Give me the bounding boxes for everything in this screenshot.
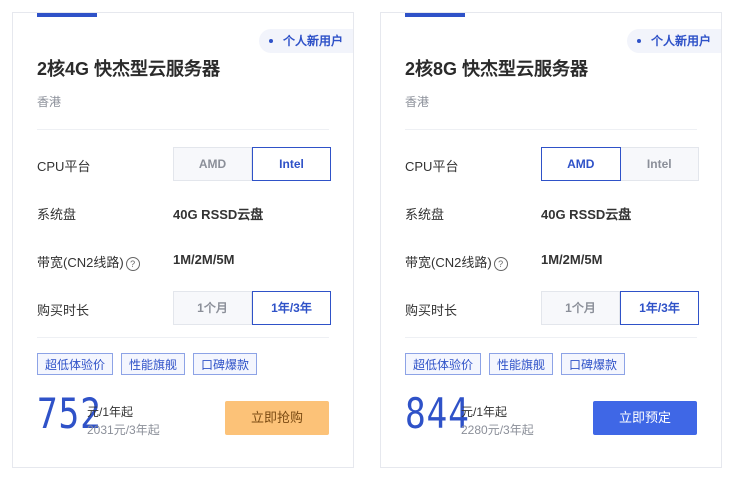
buy-now-button[interactable]: 立即抢购 [225, 401, 329, 435]
tag-low-price: 超低体验价 [37, 353, 114, 375]
tag-popular: 口碑爆款 [561, 353, 626, 375]
cpu-selector: AMD Intel [541, 147, 699, 181]
divider [37, 129, 329, 130]
tag-performance: 性能旗舰 [121, 353, 186, 375]
tag-low-price: 超低体验价 [405, 353, 482, 375]
bandwidth-row: 带宽(CN2线路)? 1M/2M/5M [37, 243, 329, 277]
divider [405, 337, 697, 338]
cpu-label: CPU平台 [405, 159, 459, 174]
cpu-option-intel[interactable]: Intel [620, 147, 699, 181]
price-unit: 元/1年起 [461, 405, 508, 419]
disk-row: 系统盘 40G RSSD云盘 [405, 195, 697, 229]
price-unit: 元/1年起 [87, 405, 134, 419]
bandwidth-label-wrap: 带宽(CN2线路)? [37, 252, 140, 271]
duration-option-1-3year[interactable]: 1年/3年 [252, 291, 331, 325]
divider [37, 337, 329, 338]
duration-option-1-3year[interactable]: 1年/3年 [620, 291, 699, 325]
cpu-row: CPU平台 AMD Intel [37, 147, 331, 181]
badge-dot-icon [268, 39, 273, 43]
divider [405, 129, 697, 130]
bandwidth-label: 带宽(CN2线路) [37, 255, 124, 270]
price-sub: 2280元/3年起 [461, 423, 534, 437]
feature-tags: 超低体验价 性能旗舰 口碑爆款 [405, 353, 626, 375]
bandwidth-row: 带宽(CN2线路)? 1M/2M/5M [405, 243, 697, 277]
duration-label: 购买时长 [37, 303, 90, 318]
price-value: 844 [405, 389, 470, 438]
disk-label: 系统盘 [405, 207, 445, 222]
tag-performance: 性能旗舰 [489, 353, 554, 375]
duration-label: 购买时长 [405, 303, 458, 318]
cpu-label: CPU平台 [37, 159, 91, 174]
cpu-option-amd[interactable]: AMD [173, 147, 252, 181]
product-title: 2核4G 快杰型云服务器 [37, 59, 221, 79]
bandwidth-label-wrap: 带宽(CN2线路)? [405, 252, 508, 271]
product-title: 2核8G 快杰型云服务器 [405, 59, 589, 79]
card-top-accent [37, 13, 97, 17]
bandwidth-value: 1M/2M/5M [173, 252, 235, 267]
new-user-badge: 个人新用户 [626, 29, 721, 53]
tag-popular: 口碑爆款 [193, 353, 258, 375]
badge-dot-icon [636, 39, 641, 43]
badge-text: 个人新用户 [650, 34, 711, 48]
feature-tags: 超低体验价 性能旗舰 口碑爆款 [37, 353, 258, 375]
cpu-option-amd[interactable]: AMD [541, 147, 621, 181]
cpu-selector: AMD Intel [173, 147, 331, 181]
product-region: 香港 [405, 95, 430, 109]
cpu-option-intel[interactable]: Intel [252, 147, 331, 181]
badge-text: 个人新用户 [282, 34, 343, 48]
disk-value: 40G RSSD云盘 [541, 207, 632, 222]
cpu-row: CPU平台 AMD Intel [405, 147, 699, 181]
product-region: 香港 [37, 95, 62, 109]
question-circle-icon[interactable]: ? [125, 256, 140, 271]
product-card: 个人新用户 2核8G 快杰型云服务器 香港 CPU平台 AMD Intel 系统… [380, 12, 722, 468]
question-circle-icon[interactable]: ? [493, 256, 508, 271]
bandwidth-label: 带宽(CN2线路) [405, 255, 492, 270]
price-sub: 2031元/3年起 [87, 423, 160, 437]
card-top-accent [405, 13, 465, 17]
disk-label: 系统盘 [37, 207, 77, 222]
duration-option-1month[interactable]: 1个月 [173, 291, 252, 325]
disk-value: 40G RSSD云盘 [173, 207, 264, 222]
product-card: 个人新用户 2核4G 快杰型云服务器 香港 CPU平台 AMD Intel 系统… [12, 12, 354, 468]
duration-selector: 1个月 1年/3年 [173, 291, 331, 325]
reserve-now-button[interactable]: 立即预定 [593, 401, 697, 435]
duration-row: 购买时长 1个月 1年/3年 [405, 291, 699, 325]
duration-selector: 1个月 1年/3年 [541, 291, 699, 325]
disk-row: 系统盘 40G RSSD云盘 [37, 195, 329, 229]
duration-row: 购买时长 1个月 1年/3年 [37, 291, 331, 325]
bandwidth-value: 1M/2M/5M [541, 252, 603, 267]
new-user-badge: 个人新用户 [258, 29, 353, 53]
duration-option-1month[interactable]: 1个月 [541, 291, 620, 325]
